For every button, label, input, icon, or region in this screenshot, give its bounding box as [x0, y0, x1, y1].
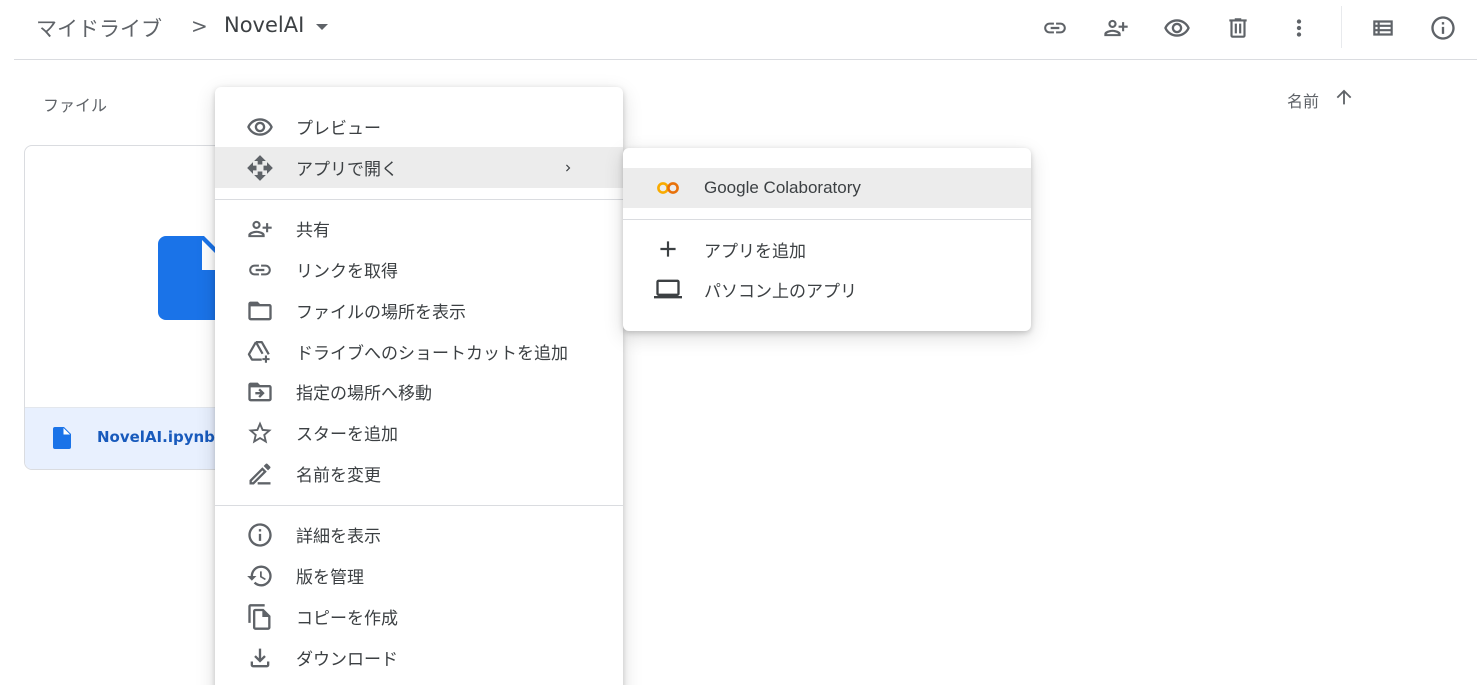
menu-item-label: コピーを作成 — [296, 609, 398, 629]
files-section-label: ファイル — [43, 96, 108, 115]
menu-divider — [215, 505, 623, 506]
laptop-icon — [653, 275, 683, 303]
eye-icon — [1164, 19, 1190, 37]
context-menu: プレビュー アプリで開く 共有 リンクを取得 ファイルの場所を表示 ドライブへの… — [215, 87, 623, 685]
more-vert-icon — [1296, 19, 1302, 37]
menu-item-rename[interactable]: 名前を変更 — [215, 453, 623, 494]
move-arrows-icon — [246, 154, 274, 182]
history-icon — [246, 562, 274, 590]
breadcrumb-current-folder[interactable]: NovelAI — [224, 13, 304, 37]
list-view-button[interactable] — [1365, 10, 1401, 46]
document-icon — [53, 427, 71, 449]
details-button[interactable] — [1425, 10, 1461, 46]
menu-item-label: ダウンロード — [296, 650, 398, 670]
info-icon — [246, 521, 274, 549]
delete-button[interactable] — [1220, 10, 1256, 46]
colab-icon — [653, 174, 683, 202]
menu-item-manage-versions[interactable]: 版を管理 — [215, 555, 623, 596]
copy-icon — [246, 603, 274, 631]
plus-icon — [653, 235, 683, 263]
menu-item-add-shortcut[interactable]: ドライブへのショートカットを追加 — [215, 331, 623, 372]
breadcrumb-separator: > — [191, 14, 208, 38]
menu-item-show-location[interactable]: ファイルの場所を表示 — [215, 290, 623, 331]
drive-shortcut-icon — [246, 338, 274, 366]
menu-item-label: ドライブへのショートカットを追加 — [296, 344, 568, 364]
eye-icon — [246, 113, 274, 141]
get-link-button[interactable] — [1037, 10, 1073, 46]
breadcrumb-my-drive[interactable]: マイドライブ — [36, 13, 162, 43]
add-person-icon — [246, 215, 274, 243]
menu-item-open-with[interactable]: アプリで開く — [215, 147, 623, 188]
download-icon — [246, 644, 274, 672]
rename-icon — [246, 460, 274, 488]
submenu-item-add-app[interactable]: アプリを追加 — [623, 229, 1031, 269]
file-name: NovelAI.ipynb — [97, 428, 215, 446]
submenu-item-label: パソコン上のアプリ — [704, 281, 857, 302]
menu-item-label: リンクを取得 — [296, 262, 398, 282]
menu-item-label: アプリで開く — [296, 160, 398, 180]
submenu-item-label: アプリを追加 — [704, 241, 806, 262]
menu-item-label: 詳細を表示 — [296, 527, 381, 547]
share-button[interactable] — [1098, 10, 1134, 46]
menu-item-download[interactable]: ダウンロード — [215, 637, 623, 678]
submenu-item-google-colaboratory[interactable]: Google Colaboratory — [623, 168, 1031, 208]
file-card[interactable]: NovelAI.ipynb — [24, 145, 244, 470]
folder-icon — [246, 297, 274, 325]
list-view-icon — [1373, 20, 1393, 36]
toolbar-divider — [1341, 6, 1342, 48]
menu-item-share[interactable]: 共有 — [215, 208, 623, 249]
chevron-down-icon[interactable] — [316, 24, 328, 30]
top-bar: マイドライブ > NovelAI — [0, 0, 1477, 58]
menu-item-label: 共有 — [296, 221, 330, 241]
menu-item-make-copy[interactable]: コピーを作成 — [215, 596, 623, 637]
star-icon — [246, 419, 274, 447]
menu-divider — [215, 199, 623, 200]
link-icon — [246, 256, 274, 284]
menu-item-get-link[interactable]: リンクを取得 — [215, 249, 623, 290]
submenu-divider — [623, 219, 1031, 220]
menu-item-label: スターを追加 — [296, 425, 398, 445]
submenu-item-label: Google Colaboratory — [704, 178, 861, 197]
preview-button[interactable] — [1159, 10, 1195, 46]
arrow-up-icon[interactable] — [1333, 86, 1355, 108]
header-divider — [14, 59, 1477, 60]
link-icon — [1044, 22, 1066, 34]
menu-item-move-to[interactable]: 指定の場所へ移動 — [215, 371, 623, 412]
submenu-item-desktop-apps[interactable]: パソコン上のアプリ — [623, 269, 1031, 309]
menu-item-label: プレビュー — [296, 119, 381, 139]
menu-item-preview[interactable]: プレビュー — [215, 106, 623, 147]
add-person-icon — [1104, 19, 1128, 37]
menu-item-label: 名前を変更 — [296, 466, 381, 486]
menu-item-details[interactable]: 詳細を表示 — [215, 514, 623, 555]
info-icon — [1431, 16, 1455, 40]
trash-icon — [1229, 18, 1247, 38]
sort-by-name-button[interactable]: 名前 — [1287, 88, 1319, 112]
menu-item-label: 版を管理 — [296, 568, 364, 588]
menu-item-label: 指定の場所へ移動 — [296, 384, 432, 404]
chevron-right-icon — [566, 164, 571, 171]
move-to-folder-icon — [246, 378, 274, 406]
more-actions-button[interactable] — [1281, 10, 1317, 46]
menu-item-add-star[interactable]: スターを追加 — [215, 412, 623, 453]
open-with-submenu: Google Colaboratory アプリを追加 パソコン上のアプリ — [623, 148, 1031, 331]
file-card-footer: NovelAI.ipynb — [25, 407, 243, 469]
menu-item-label: ファイルの場所を表示 — [296, 303, 466, 323]
